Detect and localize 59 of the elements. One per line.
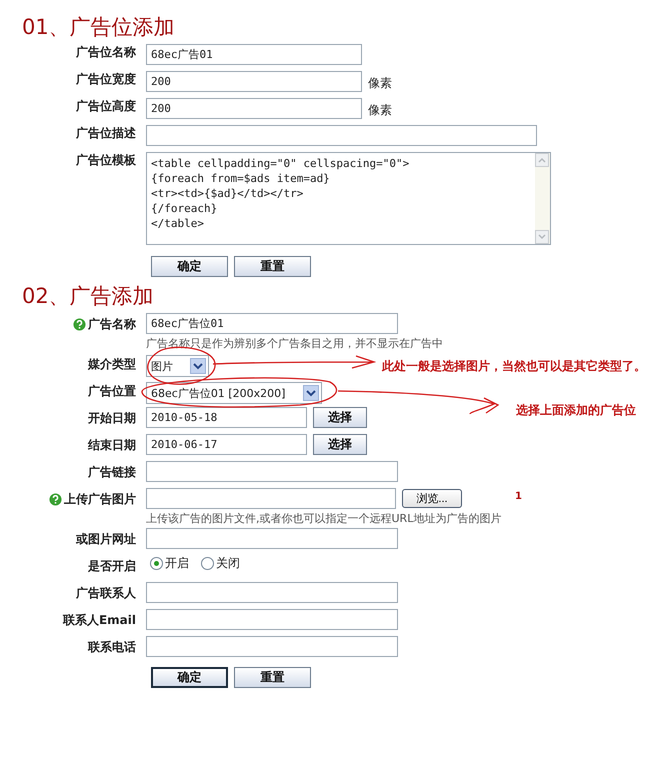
form-button[interactable]: 重置: [234, 667, 311, 688]
field-label: 广告位置: [88, 383, 136, 400]
file-field[interactable]: [146, 488, 396, 509]
field-label: 开始日期: [88, 410, 136, 427]
text-field[interactable]: [146, 636, 398, 657]
choose-button[interactable]: 选择: [313, 434, 367, 455]
field-label: 是否开启: [88, 558, 136, 575]
radio-label: 开启: [165, 555, 189, 572]
field-label: 联系人Email: [62, 612, 136, 629]
annotation-text: 此处一般是选择图片，当然也可以是其它类型了。: [382, 358, 646, 375]
text-field[interactable]: [146, 582, 398, 603]
template-textarea[interactable]: <table cellpadding="0" cellspacing="0"> {foreach from=$ads item=ad} <tr><td>{$ad}</td></tr> {/foreach} </table>: [146, 152, 551, 245]
form-button[interactable]: 确定: [151, 256, 228, 277]
field-label: 广告位宽度: [76, 71, 136, 88]
form-button[interactable]: 确定: [151, 667, 228, 688]
annotation-text: 选择上面添加的广告位: [516, 402, 636, 419]
unit-label: 像素: [368, 75, 392, 92]
text-field[interactable]: 68ec广告01: [146, 44, 362, 65]
radio-button[interactable]: [150, 557, 163, 570]
field-label: 广告联系人: [76, 585, 136, 602]
scroll-down-icon[interactable]: [535, 230, 549, 244]
date-field[interactable]: 2010-05-18: [146, 407, 307, 428]
field-label: 广告位名称: [76, 44, 136, 61]
scroll-up-icon[interactable]: [535, 153, 549, 167]
text-field[interactable]: [146, 609, 398, 630]
browse-button[interactable]: 浏览...: [402, 489, 462, 508]
number-mark: 1: [515, 491, 522, 502]
field-label: 广告位描述: [76, 125, 136, 142]
code-line: <table cellpadding="0" cellspacing="0">: [151, 156, 410, 171]
date-field[interactable]: 2010-06-17: [146, 434, 307, 455]
section-title: 01、广告位添加: [22, 14, 176, 40]
text-field[interactable]: 200: [146, 71, 362, 92]
radio-label: 关闭: [216, 555, 240, 572]
text-field[interactable]: [146, 528, 398, 549]
field-label: 结束日期: [88, 437, 136, 454]
code-line: <tr><td>{$ad}</td></tr>: [151, 186, 304, 201]
field-label: 联系电话: [88, 639, 136, 656]
field-label: 广告名称: [88, 316, 136, 333]
text-field[interactable]: 68ec广告位01: [146, 313, 398, 334]
text-field[interactable]: 200: [146, 98, 362, 119]
code-line: {foreach from=$ads item=ad}: [151, 171, 331, 186]
dropdown[interactable]: 68ec广告位01 [200x200]: [146, 382, 322, 404]
text-field[interactable]: [146, 461, 398, 482]
field-label: 媒介类型: [88, 356, 136, 373]
section-title: 02、广告添加: [22, 283, 155, 309]
radio-button[interactable]: [201, 557, 214, 570]
code-line: </table>: [151, 216, 205, 231]
field-label: 上传广告图片: [64, 491, 136, 508]
field-label: 广告位模板: [76, 152, 136, 169]
text-field[interactable]: [146, 125, 537, 146]
choose-button[interactable]: 选择: [313, 407, 367, 428]
unit-label: 像素: [368, 102, 392, 119]
form-button[interactable]: 重置: [234, 256, 311, 277]
field-label: 或图片网址: [76, 531, 136, 548]
code-line: {/foreach}: [151, 201, 218, 216]
field-hint: 上传该广告的图片文件,或者你也可以指定一个远程URL地址为广告的图片: [146, 511, 502, 526]
field-label: 广告链接: [88, 464, 136, 481]
field-label: 广告位高度: [76, 98, 136, 115]
dropdown[interactable]: 图片: [146, 355, 209, 377]
